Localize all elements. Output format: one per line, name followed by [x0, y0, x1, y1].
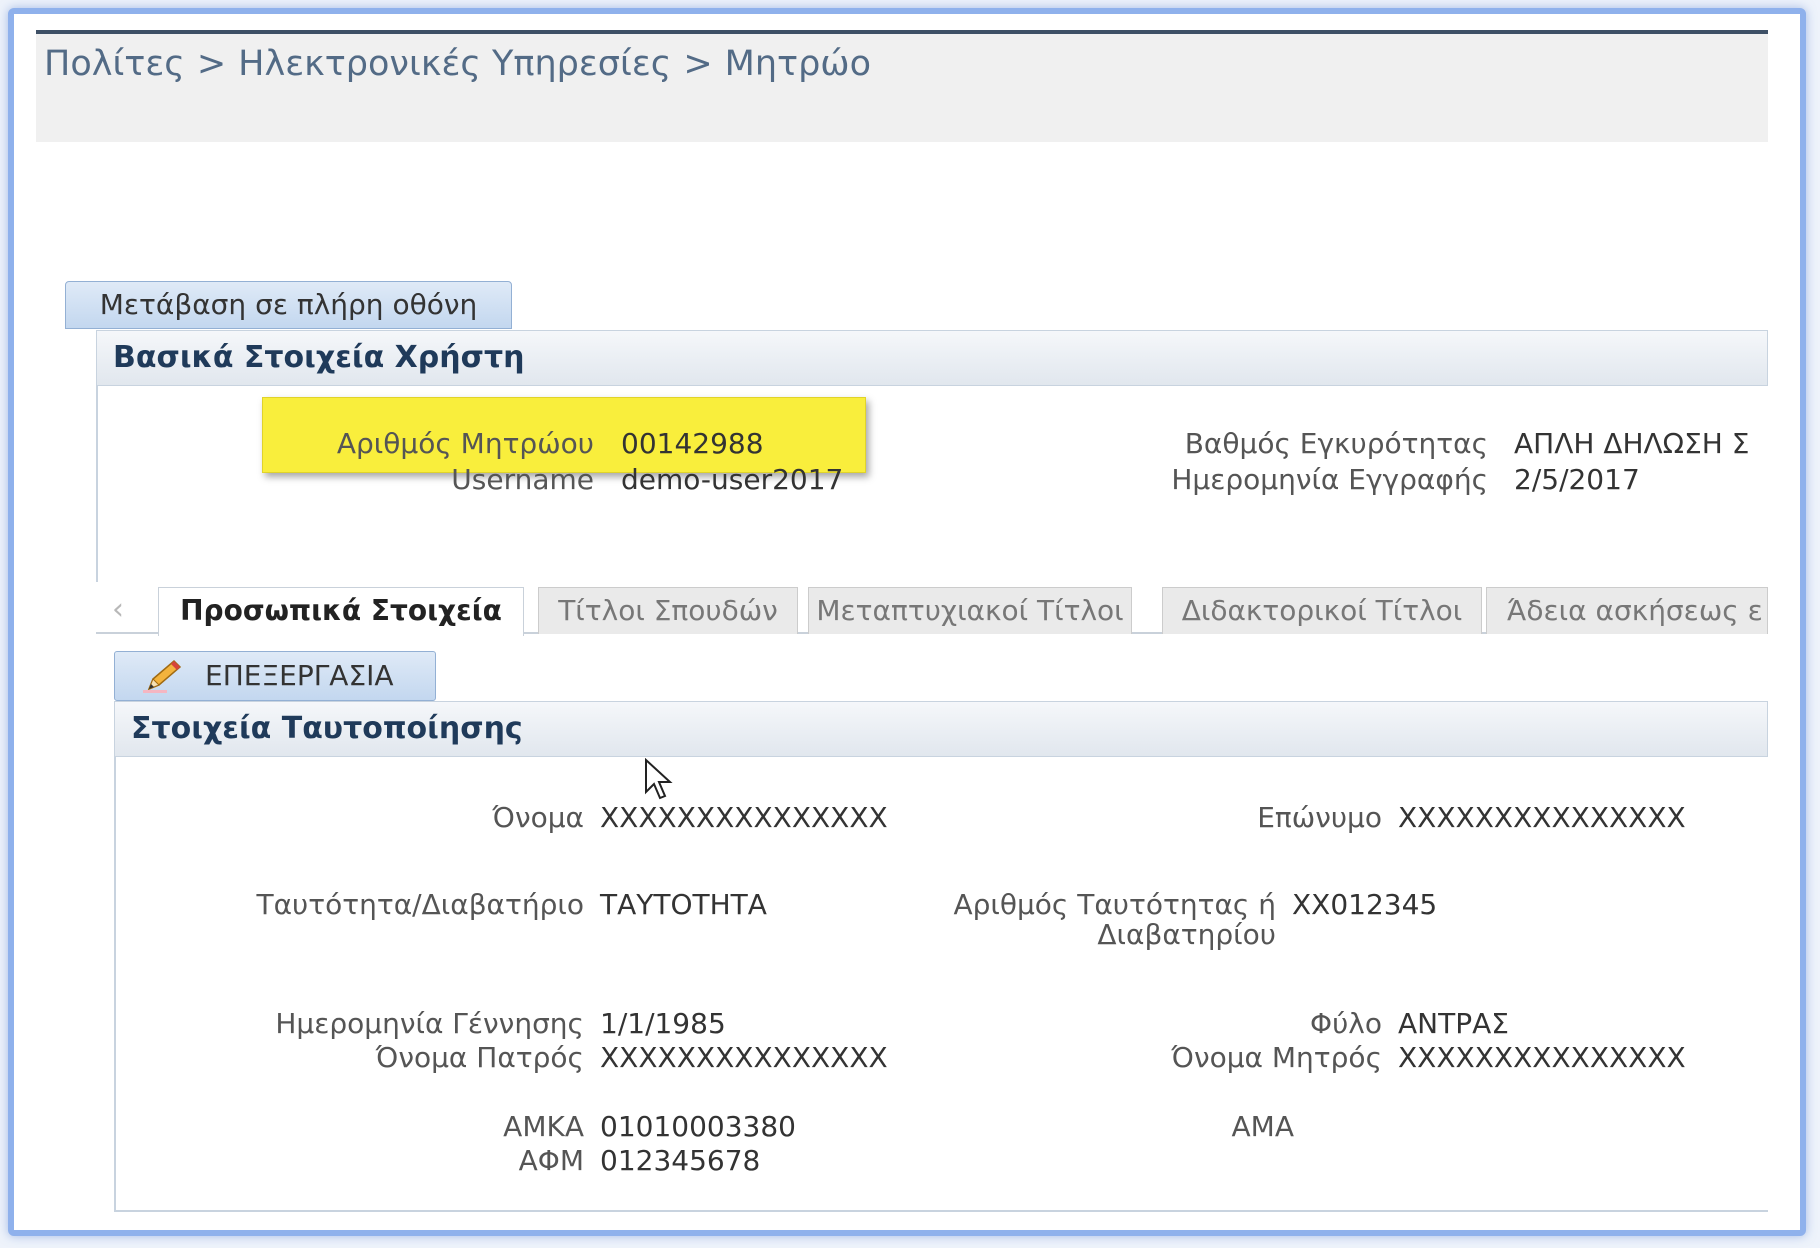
last-name-label: Επώνυμο: [1257, 801, 1382, 834]
edit-button-label: ΕΠΕΞΕΡΓΑΣΙΑ: [205, 659, 394, 692]
doc-type-value: ΤΑΥΤΟΤΗΤΑ: [600, 888, 767, 921]
amka-label: ΑΜΚΑ: [503, 1110, 584, 1143]
registry-number-label: Αριθμός Μητρώου: [336, 427, 594, 460]
mother-name-value: XXXXXXXXXXXXXXX: [1398, 1041, 1686, 1074]
validity-label: Βαθμός Εγκυρότητας: [1184, 427, 1488, 460]
edit-button[interactable]: ΕΠΕΞΕΡΓΑΣΙΑ: [114, 651, 436, 701]
panel-border: [114, 1210, 1768, 1212]
breadcrumb-item-eservices[interactable]: Ηλεκτρονικές Υπηρεσίες: [238, 44, 671, 84]
breadcrumb-separator: >: [196, 44, 227, 84]
registry-number-value: 00142988: [621, 427, 764, 460]
last-name-value: XXXXXXXXXXXXXXX: [1398, 801, 1686, 834]
username-label: Username: [451, 463, 594, 496]
doc-number-label: Αριθμός Ταυτότητας ή: [953, 888, 1276, 921]
father-name-value: XXXXXXXXXXXXXXX: [600, 1041, 888, 1074]
doc-number-label-line2: Διαβατηρίου: [1097, 918, 1276, 951]
validity-value: ΑΠΛΗ ΔΗΛΩΣΗ Σ: [1514, 427, 1750, 460]
breadcrumb-separator: >: [683, 44, 713, 84]
tab-personal-info[interactable]: Προσωπικά Στοιχεία: [158, 587, 524, 636]
first-name-label: Όνομα: [492, 801, 584, 834]
afm-value: 012345678: [600, 1144, 761, 1177]
panel-border: [114, 757, 116, 1212]
tab-degrees[interactable]: Τίτλοι Σπουδών: [538, 587, 798, 634]
identity-title: Στοιχεία Ταυτοποίησης: [131, 711, 523, 746]
ama-label: ΑΜΑ: [1231, 1110, 1294, 1143]
breadcrumb-item-registry: Μητρώο: [724, 44, 872, 84]
birth-date-value: 1/1/1985: [600, 1007, 726, 1040]
first-name-value: XXXXXXXXXXXXXXX: [600, 801, 888, 834]
username-value: demo-user2017: [621, 463, 844, 496]
gender-value: ΑΝΤΡΑΣ: [1398, 1007, 1509, 1040]
mother-name-label: Όνομα Μητρός: [1171, 1041, 1382, 1074]
identity-header: Στοιχεία Ταυτοποίησης: [114, 701, 1768, 757]
tab-scroll-left-icon[interactable]: ‹: [112, 592, 124, 627]
tab-masters[interactable]: Μεταπτυχιακοί Τίτλοι: [808, 587, 1132, 634]
mouse-pointer-icon: [645, 758, 673, 800]
basic-info-header: Βασικά Στοιχεία Χρήστη: [96, 330, 1768, 386]
gender-label: Φύλο: [1310, 1007, 1382, 1040]
panel-border: [96, 386, 98, 582]
birth-date-label: Ημερομηνία Γέννησης: [275, 1007, 584, 1040]
father-name-label: Όνομα Πατρός: [375, 1041, 584, 1074]
right-margin: [1768, 30, 1800, 1230]
doc-type-label: Ταυτότητα/Διαβατήριο: [256, 888, 585, 921]
breadcrumb-item-citizens[interactable]: Πολίτες: [44, 44, 185, 84]
fullscreen-button[interactable]: Μετάβαση σε πλήρη οθόνη: [65, 281, 512, 329]
tab-doctorates[interactable]: Διδακτορικοί Τίτλοι: [1162, 587, 1482, 634]
tab-license[interactable]: Άδεια ασκήσεως ε: [1486, 587, 1768, 634]
doc-number-value: XX012345: [1292, 888, 1438, 921]
pencil-icon: [143, 659, 182, 693]
registration-date-value: 2/5/2017: [1514, 463, 1640, 496]
amka-value: 01010003380: [600, 1110, 796, 1143]
basic-info-title: Βασικά Στοιχεία Χρήστη: [113, 340, 525, 375]
afm-label: ΑΦΜ: [518, 1144, 584, 1177]
breadcrumb: Πολίτες > Ηλεκτρονικές Υπηρεσίες > Μητρώο: [44, 44, 871, 84]
registration-date-label: Ημερομηνία Εγγραφής: [1171, 463, 1488, 496]
